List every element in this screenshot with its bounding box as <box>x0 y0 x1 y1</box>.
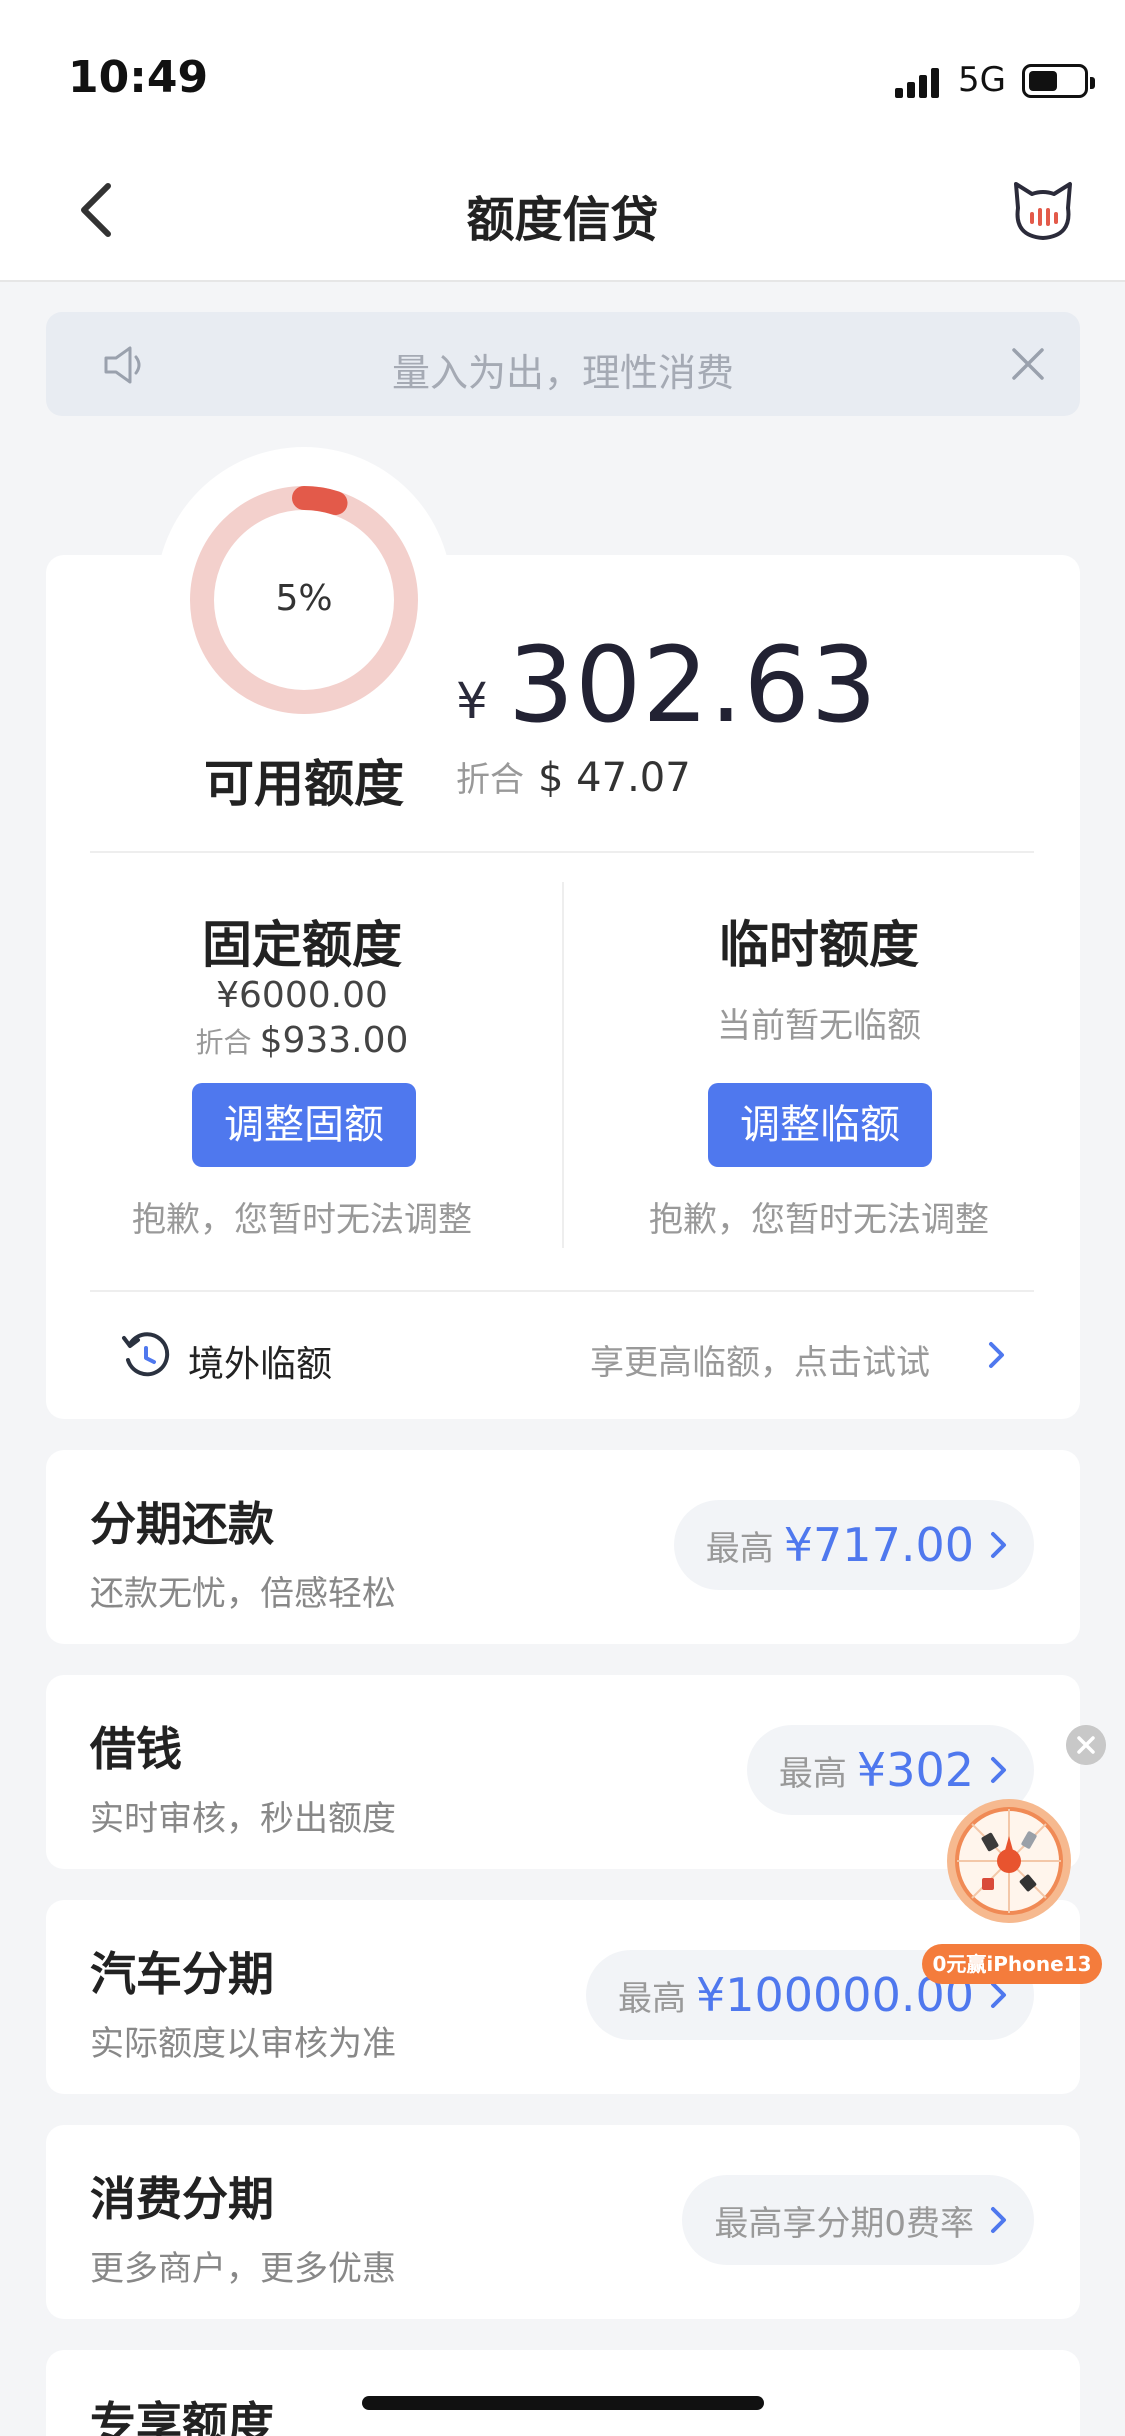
service-title: 借钱 <box>90 1722 182 1776</box>
battery-icon <box>1022 64 1095 98</box>
notice-text: 量入为出，理性消费 <box>391 351 734 395</box>
vertical-divider <box>562 882 564 1248</box>
home-indicator <box>362 2396 764 2410</box>
adjust-temp-limit-button[interactable]: 调整临额 <box>708 1083 932 1167</box>
nav-bar: 额度信贷 <box>0 140 1125 282</box>
service-title: 消费分期 <box>90 2172 274 2226</box>
fixed-converted-label: 折合 <box>195 1026 252 1059</box>
tag-text: 最高享分期0费率 <box>714 2203 974 2244</box>
page-title: 额度信贷 <box>466 192 659 248</box>
fixed-limit-hint: 抱歉，您暂时无法调整 <box>132 1200 472 1240</box>
service-max-tag[interactable]: 最高享分期0费率 <box>682 2175 1034 2265</box>
close-icon[interactable] <box>1066 1725 1106 1765</box>
tag-value: ¥302 <box>856 1743 974 1797</box>
fixed-converted-value: $933.00 <box>259 1020 409 1061</box>
temp-limit-status: 当前暂无临额 <box>717 1006 921 1046</box>
divider <box>90 1290 1034 1292</box>
tag-value: ¥717.00 <box>783 1518 974 1572</box>
adjust-fixed-limit-button[interactable]: 调整固额 <box>192 1083 416 1167</box>
service-exclusive-limit[interactable]: 专享额度 <box>46 2350 1080 2436</box>
fixed-limit-title: 固定额度 <box>202 916 402 974</box>
service-subtitle: 还款无忧，倍感轻松 <box>90 1574 396 1614</box>
fixed-limit-converted: 折合 $933.00 <box>90 1020 514 1061</box>
network-type: 5G <box>958 60 1006 100</box>
overseas-limit-label[interactable]: 境外临额 <box>188 1335 332 1387</box>
service-title: 分期还款 <box>90 1497 274 1551</box>
service-subtitle: 实时审核，秒出额度 <box>90 1799 396 1839</box>
service-title: 专享额度 <box>90 2397 274 2436</box>
fixed-limit-amount: ¥6000.00 <box>216 975 388 1016</box>
chevron-right-icon <box>991 2207 1006 2233</box>
temp-limit-hint: 抱歉，您暂时无法调整 <box>649 1200 989 1240</box>
tag-label: 最高 <box>778 1753 847 1794</box>
temp-limit-title: 临时额度 <box>719 916 919 974</box>
divider <box>90 851 1034 853</box>
chevron-right-icon[interactable] <box>986 1340 1008 1370</box>
converted-amount: 折合 $ 47.07 <box>456 752 691 801</box>
usage-percent: 5% <box>275 578 333 619</box>
service-max-tag[interactable]: 最高 ¥717.00 <box>673 1500 1034 1590</box>
converted-value: $ 47.07 <box>538 755 691 801</box>
status-time: 10:49 <box>68 52 209 103</box>
overseas-limit-hint[interactable]: 享更高临额，点击试试 <box>590 1335 930 1384</box>
status-bar: 10:49 5G <box>0 0 1125 140</box>
signal-icon <box>895 68 939 98</box>
service-subtitle: 更多商户，更多优惠 <box>90 2249 396 2289</box>
service-subtitle: 实际额度以审核为准 <box>90 2024 396 2064</box>
notice-bar: 量入为出，理性消费 <box>46 312 1080 416</box>
currency-symbol: ¥ <box>456 672 488 730</box>
tag-label: 最高 <box>705 1528 774 1569</box>
service-title: 汽车分期 <box>90 1947 274 2001</box>
close-icon[interactable] <box>1006 342 1050 386</box>
prize-wheel-icon[interactable] <box>944 1796 1074 1926</box>
chevron-right-icon <box>991 1982 1006 2008</box>
service-car-installment[interactable]: 汽车分期 实际额度以审核为准 最高 ¥100000.00 <box>46 1900 1080 2094</box>
service-consumer-installment[interactable]: 消费分期 更多商户，更多优惠 最高享分期0费率 <box>46 2125 1080 2319</box>
available-amount: 302.63 <box>508 624 878 746</box>
service-borrow[interactable]: 借钱 实时审核，秒出额度 最高 ¥302 <box>46 1675 1080 1869</box>
chevron-right-icon <box>991 1532 1006 1558</box>
clock-refresh-icon <box>122 1332 170 1377</box>
converted-label: 折合 <box>456 760 524 800</box>
available-label: 可用额度 <box>204 755 404 813</box>
service-installment-repay[interactable]: 分期还款 还款无忧，倍感轻松 最高 ¥717.00 <box>46 1450 1080 1644</box>
tag-label: 最高 <box>617 1978 686 2019</box>
chevron-right-icon <box>991 1757 1006 1783</box>
promo-tag[interactable]: 0元赢iPhone13 <box>922 1944 1102 1984</box>
cat-mascot-icon[interactable] <box>1010 178 1076 244</box>
